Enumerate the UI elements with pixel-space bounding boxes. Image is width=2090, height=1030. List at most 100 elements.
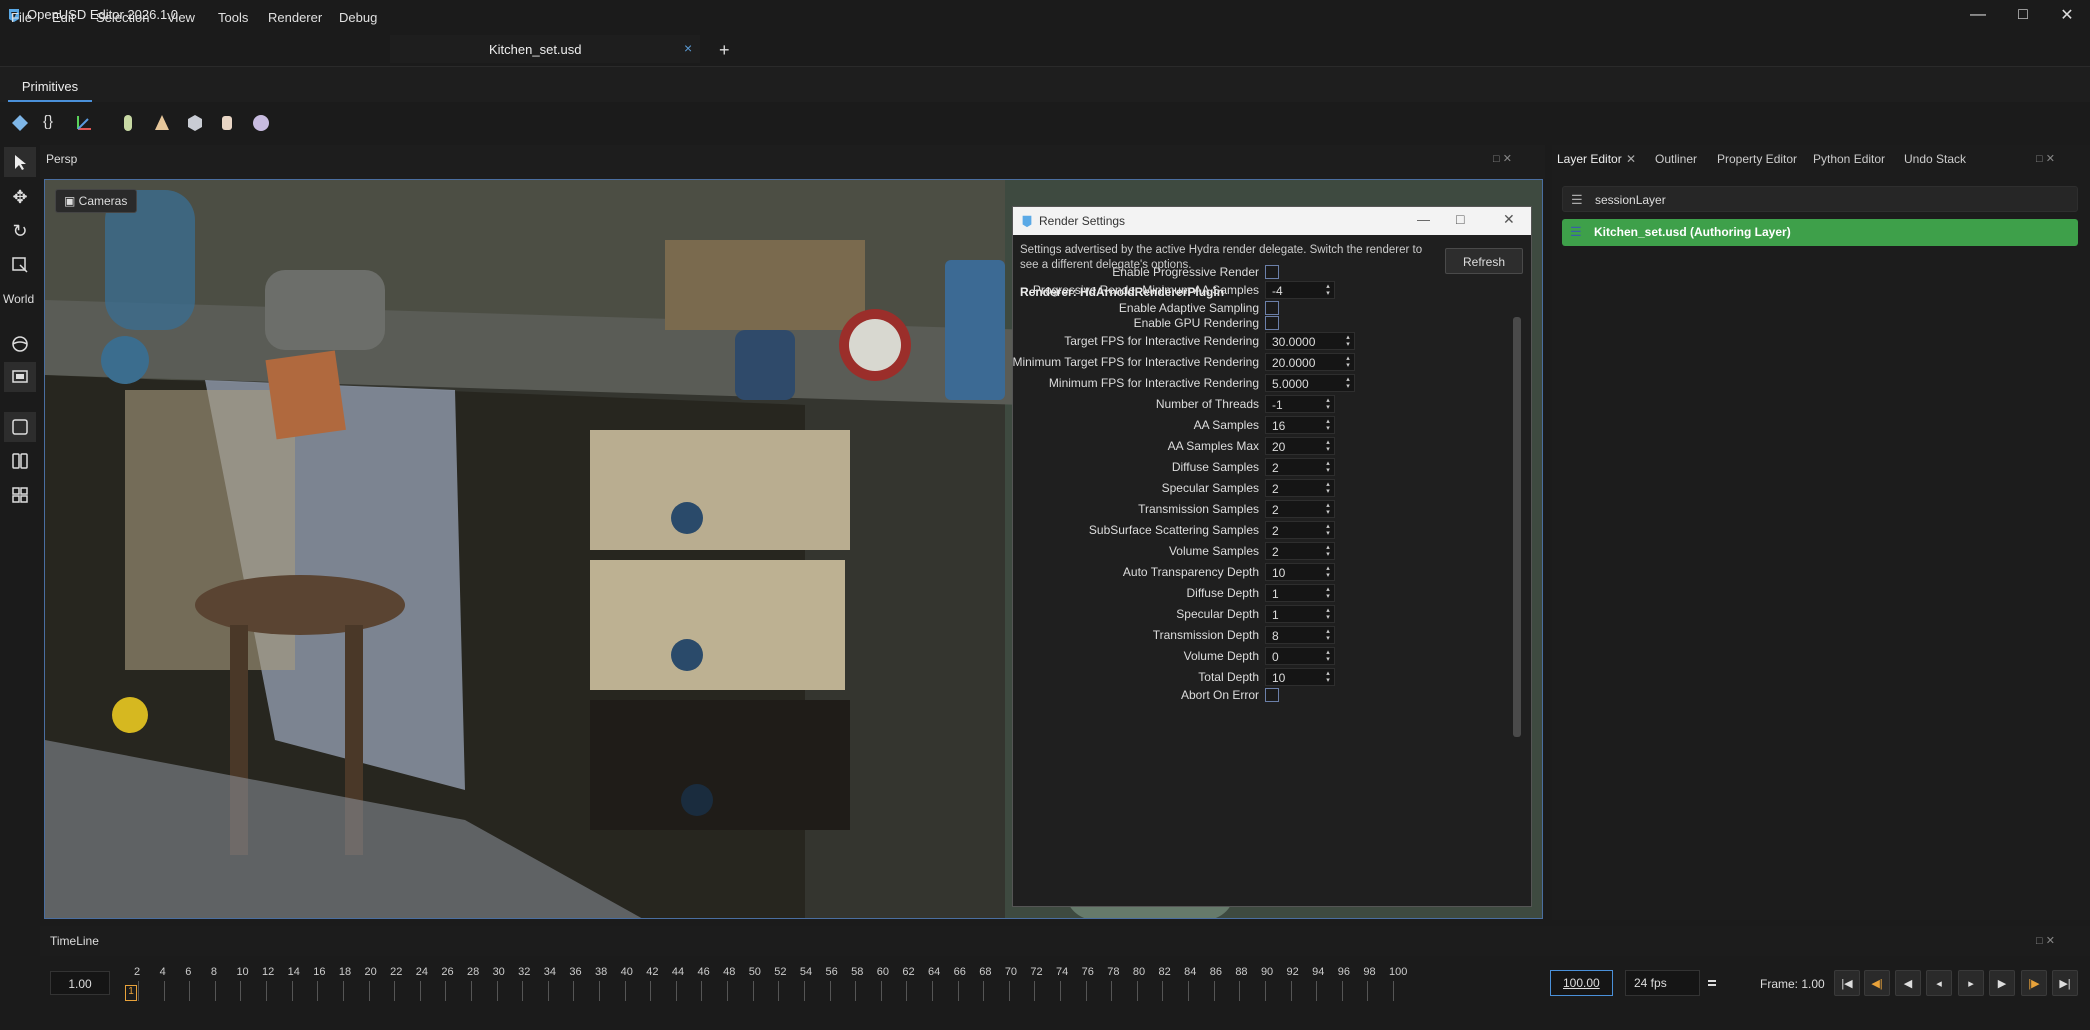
- render-view-tool[interactable]: [4, 362, 36, 392]
- setting-spinbox[interactable]: 16 ▴ ▾: [1265, 416, 1335, 434]
- spin-arrows-icon[interactable]: ▴ ▾: [1323, 439, 1333, 453]
- menu-file[interactable]: File: [11, 6, 32, 29]
- start-frame-field[interactable]: 1.00: [50, 971, 110, 995]
- spin-arrows-icon[interactable]: ▴ ▾: [1323, 418, 1333, 432]
- setting-spinbox[interactable]: 8 ▴ ▾: [1265, 626, 1335, 644]
- tab-python-editor[interactable]: Python Editor: [1813, 152, 1885, 166]
- tab-property-editor[interactable]: Property Editor: [1717, 152, 1797, 166]
- capsule-icon[interactable]: [118, 113, 138, 133]
- menu-view[interactable]: View: [167, 6, 195, 29]
- mesh-icon[interactable]: [10, 113, 30, 133]
- play-backward-button[interactable]: ◀|: [1864, 970, 1890, 996]
- setting-spinbox[interactable]: 1 ▴ ▾: [1265, 584, 1335, 602]
- layer-row-session[interactable]: ☰ sessionLayer: [1562, 186, 2078, 212]
- tab-undo-stack[interactable]: Undo Stack: [1904, 152, 1966, 166]
- setting-spinbox[interactable]: 10 ▴ ▾: [1265, 563, 1335, 581]
- spin-arrows-icon[interactable]: ▴ ▾: [1323, 649, 1333, 663]
- spin-arrows-icon[interactable]: ▴ ▾: [1343, 334, 1353, 348]
- next-key-button[interactable]: ▶: [1989, 970, 2015, 996]
- setting-checkbox[interactable]: [1265, 265, 1279, 279]
- close-layer-editor-icon[interactable]: ✕: [1626, 152, 1636, 166]
- new-tab-button[interactable]: +: [719, 40, 730, 61]
- menu-debug[interactable]: Debug: [339, 6, 377, 29]
- tab-timeline[interactable]: TimeLine: [50, 934, 99, 948]
- layout-split[interactable]: [4, 446, 36, 476]
- maximize-button[interactable]: □: [2000, 0, 2046, 30]
- current-frame-marker[interactable]: 1: [125, 985, 137, 1001]
- setting-spinbox[interactable]: 0 ▴ ▾: [1265, 647, 1335, 665]
- setting-spinbox[interactable]: 10 ▴ ▾: [1265, 668, 1335, 686]
- dialog-minimize-button[interactable]: —: [1417, 212, 1430, 227]
- spin-arrows-icon[interactable]: ▴ ▾: [1323, 502, 1333, 516]
- fps-dropdown-icon[interactable]: [1708, 980, 1716, 986]
- setting-spinbox[interactable]: 2 ▴ ▾: [1265, 479, 1335, 497]
- move-tool[interactable]: ✥: [4, 182, 36, 212]
- menu-edit[interactable]: Edit: [52, 6, 74, 29]
- layout-quad[interactable]: [4, 480, 36, 510]
- tab-outliner[interactable]: Outliner: [1655, 152, 1697, 166]
- layer-row-authoring[interactable]: ☰ Kitchen_set.usd (Authoring Layer): [1562, 219, 2078, 246]
- dialog-close-button[interactable]: ✕: [1503, 211, 1515, 228]
- go-to-start-button[interactable]: |◀: [1834, 970, 1860, 996]
- menu-selection[interactable]: Selection: [96, 6, 149, 29]
- setting-spinbox[interactable]: 2 ▴ ▾: [1265, 458, 1335, 476]
- setting-checkbox[interactable]: [1265, 301, 1279, 315]
- spin-arrows-icon[interactable]: ▴ ▾: [1343, 355, 1353, 369]
- dock-float-icon[interactable]: □ ✕: [2036, 152, 2055, 165]
- spin-arrows-icon[interactable]: ▴ ▾: [1323, 607, 1333, 621]
- step-back-key-button[interactable]: ◀: [1895, 970, 1921, 996]
- go-to-end-button[interactable]: ▶|: [2052, 970, 2078, 996]
- end-frame-field[interactable]: 100.00: [1550, 970, 1613, 996]
- setting-spinbox[interactable]: 30.0000 ▴ ▾: [1265, 332, 1355, 350]
- spin-arrows-icon[interactable]: ▴ ▾: [1323, 460, 1333, 474]
- setting-spinbox[interactable]: 2 ▴ ▾: [1265, 542, 1335, 560]
- play-forward-button[interactable]: |▶: [2021, 970, 2047, 996]
- setting-spinbox[interactable]: 1 ▴ ▾: [1265, 605, 1335, 623]
- minimize-button[interactable]: —: [1955, 0, 2001, 30]
- close-tab-icon[interactable]: ×: [684, 40, 692, 56]
- setting-spinbox[interactable]: 2 ▴ ▾: [1265, 500, 1335, 518]
- float-panel-icon[interactable]: □ ✕: [1493, 152, 1512, 165]
- tab-primitives[interactable]: Primitives: [8, 72, 92, 102]
- select-tool[interactable]: [4, 147, 36, 177]
- timeline-float-icon[interactable]: □ ✕: [2036, 934, 2055, 947]
- spin-arrows-icon[interactable]: ▴ ▾: [1323, 565, 1333, 579]
- setting-spinbox[interactable]: 5.0000 ▴ ▾: [1265, 374, 1355, 392]
- layout-single[interactable]: [4, 412, 36, 442]
- fps-field[interactable]: 24 fps: [1625, 970, 1700, 996]
- snap-tool[interactable]: [4, 329, 36, 359]
- spin-arrows-icon[interactable]: ▴ ▾: [1343, 376, 1353, 390]
- dialog-titlebar[interactable]: Render Settings — □ ✕: [1013, 207, 1531, 235]
- step-back-button[interactable]: ◂: [1926, 970, 1952, 996]
- spin-arrows-icon[interactable]: ▴ ▾: [1323, 628, 1333, 642]
- spin-arrows-icon[interactable]: ▴ ▾: [1323, 586, 1333, 600]
- cube-icon[interactable]: [185, 113, 205, 133]
- dialog-scrollbar[interactable]: [1513, 317, 1521, 737]
- setting-spinbox[interactable]: 2 ▴ ▾: [1265, 521, 1335, 539]
- step-forward-button[interactable]: ▸: [1958, 970, 1984, 996]
- tab-layer-editor[interactable]: Layer Editor: [1557, 152, 1622, 166]
- setting-checkbox[interactable]: [1265, 688, 1279, 702]
- dialog-maximize-button[interactable]: □: [1456, 211, 1464, 227]
- spin-arrows-icon[interactable]: ▴ ▾: [1323, 397, 1333, 411]
- setting-spinbox[interactable]: 20.0000 ▴ ▾: [1265, 353, 1355, 371]
- setting-spinbox[interactable]: -4 ▴ ▾: [1265, 281, 1335, 299]
- tab-persp[interactable]: Persp: [46, 152, 77, 166]
- sphere-icon[interactable]: [251, 113, 271, 133]
- setting-spinbox[interactable]: 20 ▴ ▾: [1265, 437, 1335, 455]
- spin-arrows-icon[interactable]: ▴ ▾: [1323, 670, 1333, 684]
- rotate-tool[interactable]: ↻: [4, 216, 36, 246]
- menu-tools[interactable]: Tools: [218, 6, 248, 29]
- spin-arrows-icon[interactable]: ▴ ▾: [1323, 544, 1333, 558]
- spin-arrows-icon[interactable]: ▴ ▾: [1323, 481, 1333, 495]
- cone-icon[interactable]: [152, 113, 172, 133]
- spin-arrows-icon[interactable]: ▴ ▾: [1323, 523, 1333, 537]
- spin-arrows-icon[interactable]: ▴ ▾: [1323, 283, 1333, 297]
- scale-tool[interactable]: [4, 250, 36, 280]
- close-window-button[interactable]: ✕: [2044, 0, 2090, 30]
- setting-checkbox[interactable]: [1265, 316, 1279, 330]
- space-toggle[interactable]: World: [3, 292, 34, 306]
- scope-icon[interactable]: {}: [43, 113, 63, 133]
- cameras-button[interactable]: ▣ Cameras: [55, 189, 137, 213]
- cylinder-icon[interactable]: [217, 113, 237, 133]
